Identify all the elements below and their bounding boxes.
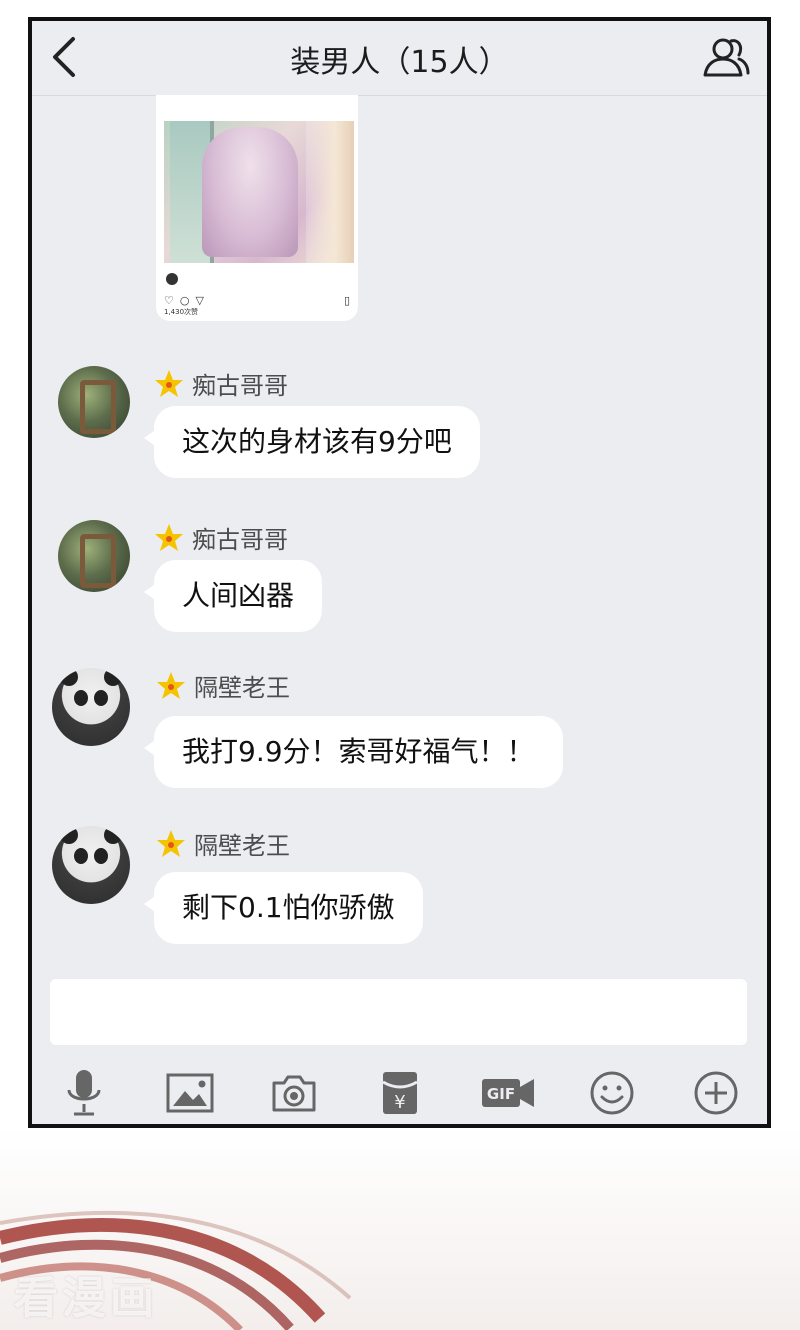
avatar[interactable] bbox=[58, 520, 130, 592]
sender-name: 隔壁老王 bbox=[194, 674, 290, 702]
photo-button[interactable] bbox=[162, 1065, 218, 1121]
star-icon bbox=[155, 523, 183, 551]
sender-name: 隔壁老王 bbox=[194, 832, 290, 860]
star-icon bbox=[155, 369, 183, 397]
share-icon: ▽ bbox=[195, 293, 204, 307]
red-packet-button[interactable]: ¥ bbox=[372, 1065, 428, 1121]
heart-icon: ♡ bbox=[164, 293, 174, 307]
message-bubble[interactable]: 这次的身材该有9分吧 bbox=[144, 406, 480, 478]
star-icon bbox=[157, 671, 185, 699]
group-members-icon bbox=[703, 38, 750, 77]
sender-row: 隔壁老王 bbox=[156, 668, 290, 703]
sender-name: 痴古哥哥 bbox=[192, 372, 288, 400]
post-actions: ♡ ○ ▽ ▯ bbox=[164, 293, 350, 307]
gif-button[interactable]: GIF bbox=[476, 1065, 540, 1121]
emoji-button[interactable] bbox=[584, 1065, 640, 1121]
star-icon bbox=[157, 829, 185, 857]
red-packet-icon: ¥ bbox=[382, 1072, 418, 1114]
message-bubble[interactable]: 我打9.9分！索哥好福气！！ bbox=[144, 716, 563, 788]
avatar[interactable] bbox=[58, 366, 130, 438]
emoji-icon bbox=[590, 1071, 634, 1115]
chat-title: 装男人（15人） bbox=[290, 45, 509, 80]
watermark: 看漫画 bbox=[14, 1273, 158, 1324]
group-members-button[interactable] bbox=[701, 33, 751, 81]
gif-icon: GIF bbox=[482, 1079, 534, 1107]
svg-text:¥: ¥ bbox=[394, 1092, 405, 1113]
bookmark-icon: ▯ bbox=[343, 293, 350, 307]
image-icon bbox=[166, 1073, 214, 1113]
sender-row: 痴古哥哥 bbox=[154, 520, 288, 555]
sender-row: 痴古哥哥 bbox=[154, 366, 288, 401]
post-image bbox=[164, 121, 354, 263]
message-bubble[interactable]: 剩下0.1怕你骄傲 bbox=[144, 872, 423, 944]
camera-icon bbox=[272, 1075, 316, 1112]
sender-name: 痴古哥哥 bbox=[192, 526, 288, 554]
more-button[interactable] bbox=[688, 1065, 744, 1121]
message-bubble[interactable]: 人间凶器 bbox=[143, 560, 323, 632]
microphone-icon bbox=[67, 1070, 101, 1116]
chat-header: 装男人（15人） bbox=[32, 21, 767, 96]
message-input[interactable] bbox=[50, 979, 747, 1045]
post-likes: 1,430次赞 bbox=[164, 308, 199, 316]
avatar[interactable] bbox=[52, 668, 130, 746]
sender-row: 隔壁老王 bbox=[156, 826, 290, 861]
comment-icon: ○ bbox=[179, 293, 190, 307]
input-toolbar: ¥ GIF bbox=[32, 1065, 767, 1121]
svg-text:GIF: GIF bbox=[487, 1085, 515, 1103]
plus-icon bbox=[694, 1071, 738, 1115]
camera-button[interactable] bbox=[266, 1065, 322, 1121]
shared-post-card[interactable]: ♡ ○ ▽ ▯ 1,430次赞 bbox=[156, 95, 358, 321]
avatar[interactable] bbox=[52, 826, 130, 904]
voice-button[interactable] bbox=[56, 1065, 112, 1121]
chat-window: 装男人（15人） ♡ ○ ▽ ▯ 1,430次赞 痴古哥哥 这次的身材该有9分吧… bbox=[28, 17, 771, 1128]
post-author-avatar bbox=[166, 273, 178, 285]
